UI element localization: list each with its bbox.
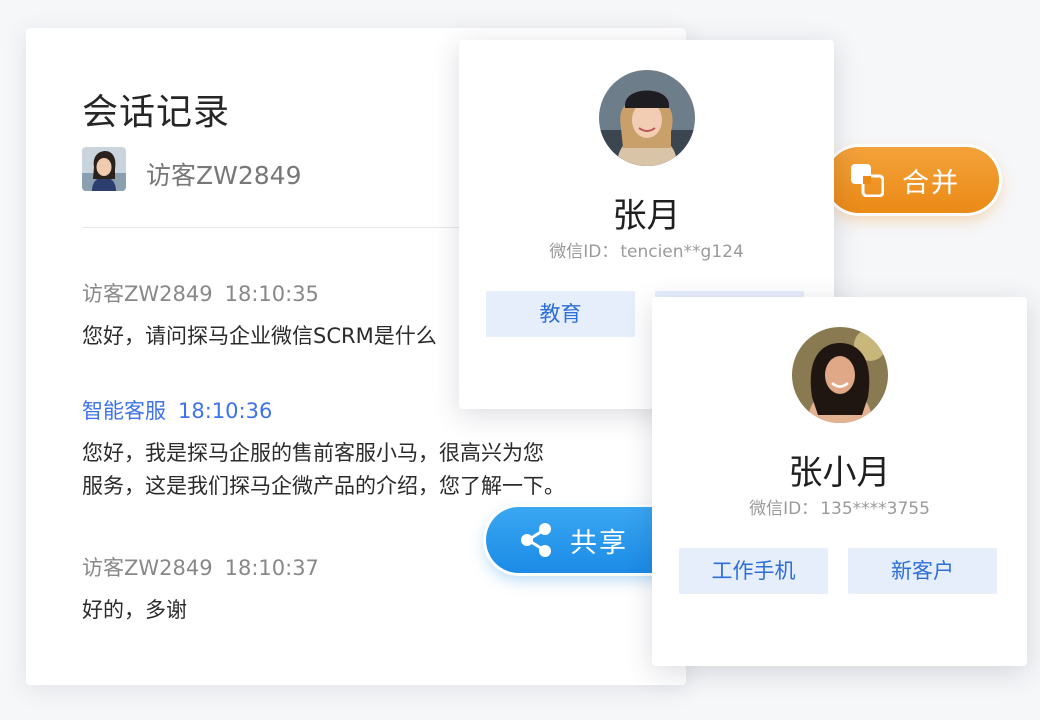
share-icon	[521, 523, 551, 557]
message-sender: 访客ZW2849	[82, 282, 213, 306]
message-text: 您好，我是探马企服的售前客服小马，很高兴为您 服务，这是我们探马企微产品的介绍，…	[82, 437, 565, 503]
message-meta: 访客ZW2849 18:10:37	[82, 552, 319, 582]
message-line: 好的，多谢	[82, 598, 187, 622]
message-line: 您好，请问探马企业微信SCRM是什么	[82, 324, 437, 348]
message-line: 服务，这是我们探马企微产品的介绍，您了解一下。	[82, 474, 565, 498]
wechat-id: 微信ID： tencien**g124	[459, 237, 834, 262]
tag-work-phone[interactable]: 工作手机	[679, 548, 828, 594]
profile-card: 张小月 微信ID： 135****3755 工作手机 新客户	[652, 297, 1027, 666]
chat-message: 访客ZW2849 18:10:35 您好，请问探马企业微信SCRM是什么	[82, 278, 437, 353]
chat-message: 访客ZW2849 18:10:37 好的，多谢	[82, 552, 319, 627]
message-time: 18:10:37	[224, 556, 319, 580]
wechat-id-label: 微信ID：	[549, 242, 619, 262]
merge-label: 合并	[902, 167, 960, 199]
visitor-name: 访客ZW2849	[146, 161, 302, 190]
wechat-id-label: 微信ID：	[749, 499, 819, 519]
page-title: 会话记录	[82, 92, 231, 133]
wechat-id-value: tencien**g124	[620, 242, 744, 262]
message-sender: 智能客服	[82, 399, 166, 423]
message-meta: 访客ZW2849 18:10:35	[82, 278, 437, 308]
wechat-id-value: 135****3755	[820, 499, 930, 519]
contact-name: 张小月	[788, 453, 891, 493]
chat-message: 智能客服 18:10:36 您好，我是探马企服的售前客服小马，很高兴为您 服务，这…	[82, 395, 565, 503]
wechat-id: 微信ID： 135****3755	[652, 494, 1027, 519]
merge-icon	[851, 164, 884, 197]
merge-button[interactable]: 合并	[826, 147, 999, 213]
message-time: 18:10:35	[224, 282, 319, 306]
tag-new-customer[interactable]: 新客户	[848, 548, 997, 594]
tag-education[interactable]: 教育	[486, 291, 635, 337]
message-text: 您好，请问探马企业微信SCRM是什么	[82, 320, 437, 353]
message-time: 18:10:36	[178, 399, 273, 423]
contact-name: 张月	[612, 196, 681, 236]
share-label: 共享	[570, 527, 628, 559]
visitor-avatar	[82, 147, 126, 191]
message-line: 您好，我是探马企服的售前客服小马，很高兴为您	[82, 441, 544, 465]
avatar	[598, 70, 695, 166]
message-sender: 访客ZW2849	[82, 556, 213, 580]
avatar	[791, 327, 888, 423]
message-text: 好的，多谢	[82, 594, 319, 627]
